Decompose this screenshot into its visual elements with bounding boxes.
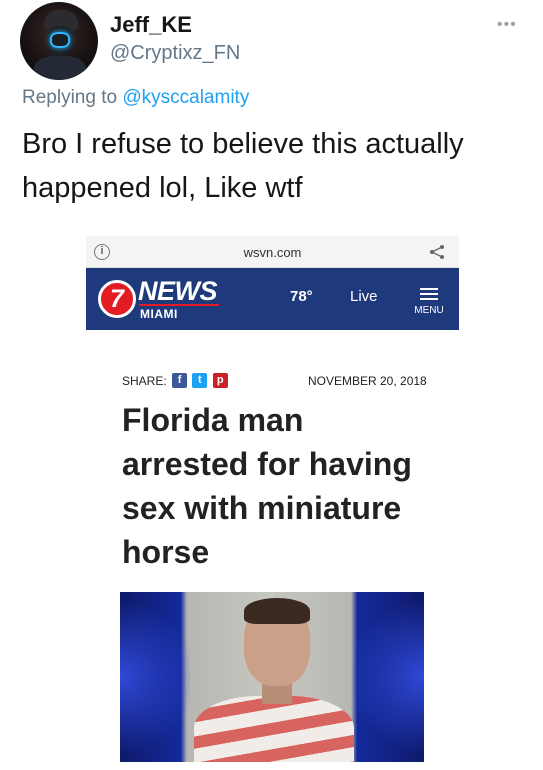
site-navbar: 7 NEWS MIAMI 78° Live MENU <box>86 268 459 330</box>
mugshot-photo <box>120 592 424 762</box>
facebook-icon: f <box>172 373 188 389</box>
pinterest-icon: p <box>212 373 228 389</box>
avatar-body <box>34 56 86 80</box>
display-name[interactable]: Jeff_KE <box>110 12 192 38</box>
tweet-text: Bro I refuse to believe this actually ha… <box>22 128 464 204</box>
more-horizontal-icon[interactable]: ••• <box>497 16 517 34</box>
article-date: NOVEMBER 20, 2018 <box>308 374 427 388</box>
logo-city: MIAMI <box>140 307 178 321</box>
avatar-glow-mask <box>50 32 70 48</box>
photo-backdrop-right <box>354 592 424 762</box>
share-icon <box>430 245 444 259</box>
share-row: SHARE: f t p <box>122 373 228 389</box>
attached-screenshot[interactable]: i wsvn.com 7 NEWS MIAMI 78° Live MENU SH… <box>86 236 459 766</box>
user-handle[interactable]: @Cryptixz_FN <box>110 42 240 65</box>
photo-hair <box>244 598 310 624</box>
browser-url-bar: i wsvn.com <box>86 236 459 268</box>
url-text: wsvn.com <box>243 245 302 260</box>
hamburger-menu-icon: MENU <box>411 282 447 318</box>
share-label: SHARE: <box>122 373 167 388</box>
reply-context: Replying to @kysccalamity <box>22 87 249 109</box>
reply-mention-link[interactable]: @kysccalamity <box>122 87 249 108</box>
avatar[interactable] <box>20 2 98 80</box>
logo-seven-badge: 7 <box>98 280 136 318</box>
photo-backdrop-left <box>120 592 190 762</box>
menu-label: MENU <box>414 305 444 316</box>
logo-underline <box>139 304 219 306</box>
live-link: Live <box>350 288 378 305</box>
logo-news-wordmark: NEWS <box>138 276 218 306</box>
article-headline: Florida man arrested for having sex with… <box>122 402 412 570</box>
twitter-icon: t <box>192 373 208 389</box>
reply-prefix: Replying to <box>22 87 118 108</box>
weather-temperature: 78° <box>290 288 313 305</box>
photo-striped-shirt <box>194 696 354 762</box>
